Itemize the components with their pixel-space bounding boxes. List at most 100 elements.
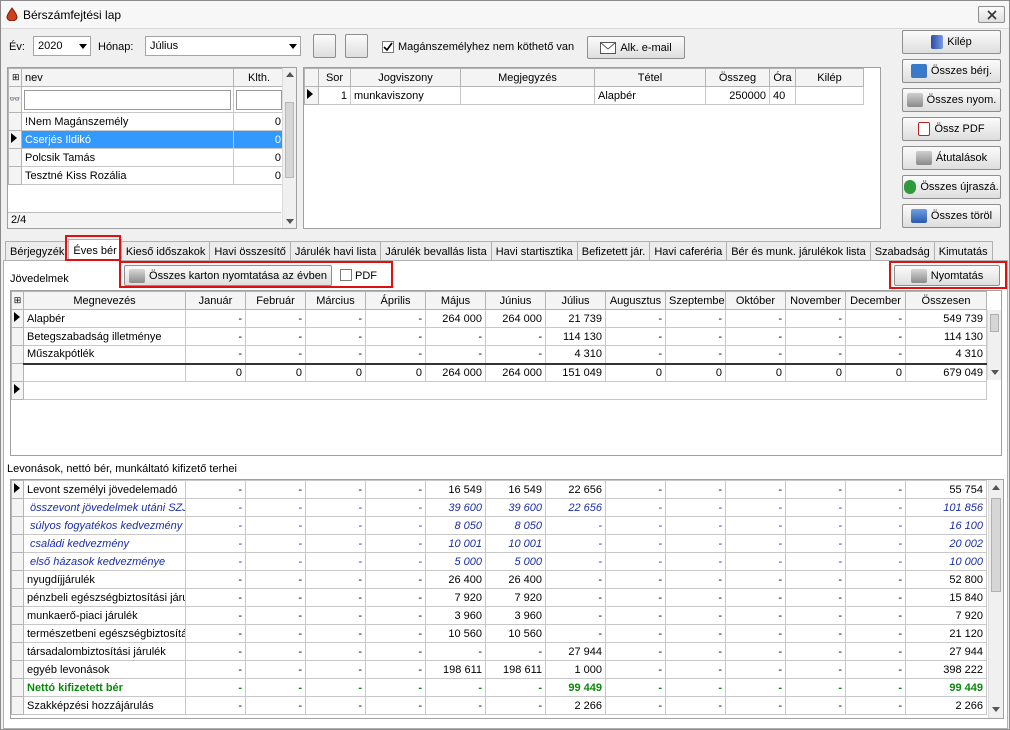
income-scrollbar[interactable] [987,310,1001,380]
recalculate-all-button[interactable]: Összes újraszá. [902,175,1001,199]
tab-havi-caferia[interactable]: Havi caferéria [649,241,728,261]
delete-all-button[interactable]: Összes töröl [902,204,1001,228]
tab-havi-osszesito[interactable]: Havi összesítő [209,241,291,261]
blank-button-2[interactable] [345,34,368,58]
grid-menu-icon[interactable]: ⊞ [11,291,24,310]
close-button[interactable] [978,6,1005,23]
tab-eves-ber[interactable]: Éves bér [68,239,122,261]
exit-button[interactable]: Kilép [902,30,1001,54]
column-header[interactable]: Március [305,291,366,310]
column-header-megjegyzes[interactable]: Megjegyzés [460,68,595,87]
table-row[interactable]: Szakképzési hozzájárulás - - - - - -2 266- - - - -… [11,696,987,715]
list-item[interactable]: !Nem Magánszemély 0 [8,112,285,131]
tab-havi-startisztika[interactable]: Havi startisztika [490,241,578,261]
table-row[interactable]: társadalombiztosítási járulék - - - - - -27 94… [11,642,987,661]
column-header-sor[interactable]: Sor [318,68,351,87]
column-header[interactable]: Augusztus [605,291,666,310]
all-pdf-button[interactable]: Össz PDF [902,117,1001,141]
table-row[interactable]: Nettó kifizetett bér - - - - - -99 449- - - - -99 … [11,678,987,697]
table-row[interactable]: Levont személyi jövedelemadó - - - -16 549 16… [11,480,987,499]
column-header[interactable]: Február [245,291,306,310]
table-row[interactable]: pénzbeli egészségbiztosítási járulék - - - -… [11,588,987,607]
table-row[interactable]: nyugdíjjárulék - - - -26 400 26 400- - - - - -52 8… [11,570,987,589]
name-filter-input[interactable] [24,89,231,110]
table-row[interactable]: súlyos fogyatékos kedvezmény - - - -8 050 8 0… [11,516,987,535]
table-row[interactable]: 1 munkaviszony Alapbér 250000 40 [304,86,864,105]
tab-szabadsag[interactable]: Szabadság [869,241,935,261]
column-header[interactable]: Július [545,291,606,310]
cell-value: 21 120 [905,624,987,643]
cell-value: - [785,345,846,364]
column-header[interactable]: Szeptember [665,291,726,310]
list-item[interactable]: Tesztné Kiss Rozália 0 [8,166,285,185]
column-header[interactable]: November [785,291,846,310]
all-payslip-button[interactable]: Összes bérj. [902,59,1001,83]
cell-value: - [845,642,906,661]
print-all-button[interactable]: Összes nyom. [902,88,1001,112]
scroll-thumb[interactable] [285,102,294,178]
tab-berjegyzek[interactable]: Bérjegyzék [5,241,70,261]
column-header-osszeg[interactable]: Összeg [705,68,770,87]
table-row[interactable]: Alapbér - - - -264 000 264 000 21 739- - - - -549 … [11,309,987,328]
print-all-cards-button[interactable]: Összes karton nyomtatása az évben [124,265,332,286]
column-header[interactable]: Június [485,291,546,310]
cell-value: 10 001 [485,534,546,553]
list-item-selected[interactable]: Cserjés Ildikó 0 [8,130,285,149]
column-header-jogviszony[interactable]: Jogviszony [350,68,461,87]
scroll-down-icon[interactable] [991,370,999,375]
blank-button-1[interactable] [313,34,336,58]
grid-menu-icon[interactable]: ⊞ [8,68,22,87]
table-row[interactable]: munkaerő-piaci járulék - - - -3 960 3 960- - - -… [11,606,987,625]
tab-ber-es-munk-jarulekok[interactable]: Bér és munk. járulékok lista [726,241,871,261]
tab-jarulek-bevallas-lista[interactable]: Járulék bevallás lista [380,241,492,261]
column-header[interactable]: Október [725,291,786,310]
scroll-down-icon[interactable] [992,707,1000,712]
column-header[interactable]: Összesen [905,291,987,310]
table-row[interactable]: családi kedvezmény - - - -10 001 10 001- - - - - -… [11,534,987,553]
month-select[interactable]: Július [145,36,301,56]
column-header[interactable]: Január [185,291,246,310]
table-row[interactable]: Műszakpótlék - - - - - -4 310- - - - -4 310 [11,345,987,364]
person-list-scrollbar[interactable] [282,68,296,228]
person-name: !Nem Magánszemély [21,112,234,131]
table-row[interactable]: egyéb levonások - - - -198 611 198 611 1 000- -… [11,660,987,679]
table-row[interactable]: Betegszabadság illetménye - - - - - -114 130- -… [11,327,987,346]
table-row[interactable]: első házasok kedvezménye - - - -5 000 5 000- -… [11,552,987,571]
list-item[interactable]: Polcsik Tamás 0 [8,148,285,167]
cell-value: - [425,327,486,346]
column-header-nev[interactable]: nev [21,68,234,87]
scroll-up-icon[interactable] [286,72,294,77]
scroll-thumb[interactable] [990,314,999,332]
column-header[interactable]: Április [365,291,426,310]
tab-jarulek-havi-lista[interactable]: Járulék havi lista [289,241,382,261]
column-header[interactable]: Megnevezés [23,291,186,310]
transfers-button[interactable]: Átutalások [902,146,1001,170]
scroll-thumb[interactable] [991,498,1001,592]
column-header-kilep[interactable]: Kilép [795,68,864,87]
tab-befizetett-jar[interactable]: Befizetett jár. [576,241,651,261]
cell-sor: 1 [318,86,351,105]
table-row[interactable]: természetbeni egészségbiztosítási járulé… [11,624,987,643]
column-header-klth[interactable]: Klth. [233,68,285,87]
column-header-ora[interactable]: Óra [769,68,796,87]
person-name: Tesztné Kiss Rozália [21,166,234,185]
scroll-down-icon[interactable] [286,219,294,224]
column-header[interactable]: December [845,291,906,310]
cell-value: - [665,480,726,499]
table-row[interactable]: összevont jövedelmek utáni SZJA - - - -39 60… [11,498,987,517]
print-button[interactable]: Nyomtatás [894,265,1000,286]
delete-icon [910,209,927,223]
column-header-tetel[interactable]: Tétel [594,68,706,87]
klth-filter-input[interactable] [236,89,282,110]
deductions-scrollbar[interactable] [988,480,1003,718]
email-button[interactable]: Alk. e-mail [587,36,685,59]
scroll-up-icon[interactable] [992,485,1000,490]
tab-kieso-idoszakok[interactable]: Kieső időszakok [120,241,211,261]
year-select[interactable]: 2020 [33,36,91,56]
non-person-checkbox[interactable] [382,41,394,53]
tab-kimutatas[interactable]: Kimutatás [933,241,993,261]
column-header[interactable]: Május [425,291,486,310]
deductions-grid: Levont személyi jövedelemadó - - - -16 549 16… [10,479,1004,719]
pdf-checkbox[interactable] [340,269,352,281]
new-row[interactable] [11,381,987,400]
